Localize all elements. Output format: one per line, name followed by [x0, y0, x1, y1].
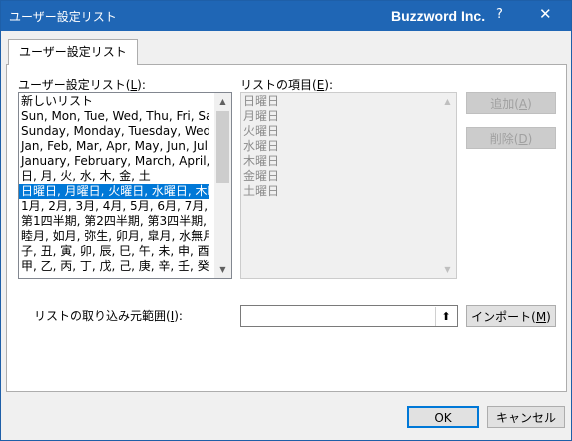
scroll-up-icon: ▲	[444, 97, 451, 106]
custom-list-item[interactable]: 新しいリスト	[19, 94, 209, 109]
import-range-input[interactable]: ⬆	[240, 305, 458, 327]
custom-list-item[interactable]: 子, 丑, 寅, 卯, 辰, 巳, 午, 未, 申, 酉	[19, 244, 209, 259]
custom-list-item[interactable]: 甲, 乙, 丙, 丁, 戊, 己, 庚, 辛, 壬, 癸	[19, 259, 209, 274]
custom-lists-label: ユーザー設定リスト(L):	[18, 78, 146, 92]
collapse-dialog-icon[interactable]: ⬆	[435, 307, 456, 326]
delete-button[interactable]: 削除(D)	[466, 127, 556, 149]
custom-lists-listbox[interactable]: 新しいリスト Sun, Mon, Tue, Wed, Thu, Fri, Sat S…	[18, 92, 232, 279]
custom-lists-scrollbar[interactable]: ▲ ▼	[214, 93, 231, 278]
custom-list-item[interactable]: 日, 月, 火, 水, 木, 金, 土	[19, 169, 209, 184]
brand-name: Buzzword Inc.	[391, 8, 486, 24]
custom-list-item[interactable]: January, February, March, April,	[19, 154, 209, 169]
list-entry-item[interactable]: 月曜日	[241, 109, 456, 124]
import-button[interactable]: インポート(M)	[466, 305, 556, 327]
title-bar[interactable]: ユーザー設定リスト Buzzword Inc. ? ✕	[1, 1, 571, 31]
list-entries-items: 日曜日 月曜日 火曜日 水曜日 木曜日 金曜日 土曜日	[241, 93, 456, 199]
tab-custom-lists[interactable]: ユーザー設定リスト	[8, 39, 138, 65]
custom-list-item[interactable]: Sun, Mon, Tue, Wed, Thu, Fri, Sat	[19, 109, 209, 124]
close-icon[interactable]: ✕	[539, 5, 552, 23]
add-button[interactable]: 追加(A)	[466, 92, 556, 114]
cancel-button[interactable]: キャンセル	[487, 406, 565, 428]
scroll-thumb[interactable]	[216, 111, 229, 183]
scroll-down-icon[interactable]: ▼	[214, 261, 231, 278]
help-button[interactable]: ?	[496, 7, 503, 22]
custom-list-item[interactable]: 第1四半期, 第2四半期, 第3四半期, 第4	[19, 214, 209, 229]
list-entry-item[interactable]: 土曜日	[241, 184, 456, 199]
custom-lists-dialog: ユーザー設定リスト Buzzword Inc. ? ✕ ユーザー設定リスト ユー…	[0, 0, 572, 441]
list-entry-item[interactable]: 火曜日	[241, 124, 456, 139]
import-range-label: リストの取り込み元範囲(I):	[34, 309, 183, 323]
custom-list-item[interactable]: 睦月, 如月, 弥生, 卯月, 皐月, 水無月	[19, 229, 209, 244]
custom-list-item[interactable]: Sunday, Monday, Tuesday, Wednesday	[19, 124, 209, 139]
list-entries-scrollbar: ▲ ▼	[439, 93, 456, 278]
list-entries-box[interactable]: 日曜日 月曜日 火曜日 水曜日 木曜日 金曜日 土曜日 ▲ ▼	[240, 92, 457, 279]
list-entries-label: リストの項目(E):	[240, 78, 334, 92]
custom-list-item[interactable]: 1月, 2月, 3月, 4月, 5月, 6月, 7月,	[19, 199, 209, 214]
window-title: ユーザー設定リスト	[9, 10, 117, 24]
tab-panel: ユーザー設定リスト(L): 新しいリスト Sun, Mon, Tue, Wed, …	[6, 64, 567, 392]
tab-label: ユーザー設定リスト	[19, 45, 127, 59]
list-entry-item[interactable]: 水曜日	[241, 139, 456, 154]
list-entry-item[interactable]: 金曜日	[241, 169, 456, 184]
scroll-up-icon[interactable]: ▲	[214, 93, 231, 110]
list-entry-item[interactable]: 日曜日	[241, 94, 456, 109]
custom-lists-items: 新しいリスト Sun, Mon, Tue, Wed, Thu, Fri, Sat S…	[19, 93, 209, 274]
custom-list-item[interactable]: 日曜日, 月曜日, 火曜日, 水曜日, 木曜日	[19, 184, 209, 199]
list-entry-item[interactable]: 木曜日	[241, 154, 456, 169]
custom-list-item[interactable]: Jan, Feb, Mar, Apr, May, Jun, Jul,	[19, 139, 209, 154]
scroll-down-icon: ▼	[444, 265, 451, 274]
ok-button[interactable]: OK	[407, 406, 479, 428]
